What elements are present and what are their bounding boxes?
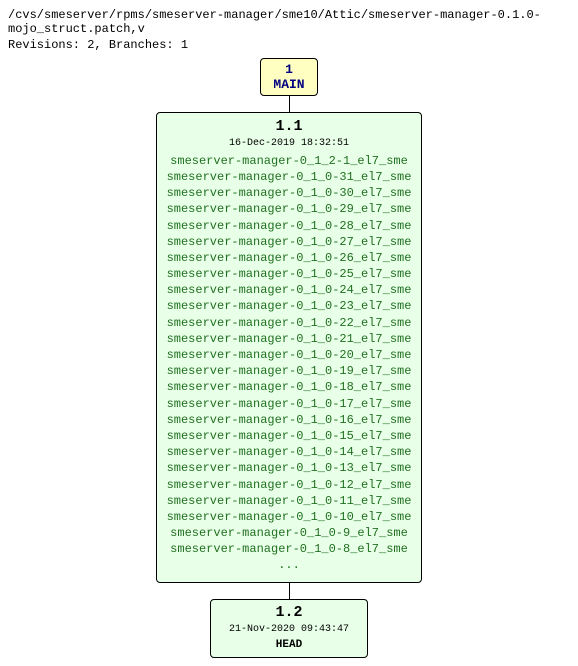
revision-tag: smeserver-manager-0_1_0-9_el7_sme — [167, 525, 412, 541]
revision-tag: smeserver-manager-0_1_0-23_el7_sme — [167, 298, 412, 314]
revision-tag: smeserver-manager-0_1_0-29_el7_sme — [167, 201, 412, 217]
revision-tag: smeserver-manager-0_1_2-1_el7_sme — [167, 153, 412, 169]
revision-tag: smeserver-manager-0_1_0-19_el7_sme — [167, 363, 412, 379]
branch-main-label: MAIN — [273, 77, 304, 92]
revision-1-1-title: 1.1 — [167, 117, 412, 137]
revision-tag: smeserver-manager-0_1_0-20_el7_sme — [167, 347, 412, 363]
revision-tag: smeserver-manager-0_1_0-22_el7_sme — [167, 315, 412, 331]
revision-tag: smeserver-manager-0_1_0-31_el7_sme — [167, 169, 412, 185]
revision-1-2-node[interactable]: 1.2 21-Nov-2020 09:43:47 HEAD — [210, 599, 368, 659]
revision-tag: smeserver-manager-0_1_0-30_el7_sme — [167, 185, 412, 201]
revision-tag: smeserver-manager-0_1_0-18_el7_sme — [167, 379, 412, 395]
revision-tag: smeserver-manager-0_1_0-21_el7_sme — [167, 331, 412, 347]
revision-tag: smeserver-manager-0_1_0-26_el7_sme — [167, 250, 412, 266]
branch-main-number: 1 — [273, 62, 304, 77]
revision-diagram: 1 MAIN 1.1 16-Dec-2019 18:32:51 smeserve… — [8, 58, 570, 658]
branch-main-node[interactable]: 1 MAIN — [260, 58, 317, 96]
connector-line — [289, 96, 290, 112]
file-path: /cvs/smeserver/rpms/smeserver-manager/sm… — [8, 8, 570, 36]
revision-tag: smeserver-manager-0_1_0-28_el7_sme — [167, 218, 412, 234]
revision-tag: smeserver-manager-0_1_0-10_el7_sme — [167, 509, 412, 525]
revision-tag: smeserver-manager-0_1_0-16_el7_sme — [167, 412, 412, 428]
revision-tag: smeserver-manager-0_1_0-8_el7_sme — [167, 541, 412, 557]
revision-1-1-ellipsis: ... — [167, 557, 412, 573]
revision-1-2-head: HEAD — [229, 638, 349, 653]
revision-1-1-tags: smeserver-manager-0_1_2-1_el7_smesmeserv… — [167, 153, 412, 558]
revision-1-2-title: 1.2 — [229, 603, 349, 623]
revision-1-1-node[interactable]: 1.1 16-Dec-2019 18:32:51 smeserver-manag… — [156, 112, 423, 583]
revision-1-2-date: 21-Nov-2020 09:43:47 — [229, 623, 349, 637]
stats-line: Revisions: 2, Branches: 1 — [8, 38, 570, 52]
revision-tag: smeserver-manager-0_1_0-25_el7_sme — [167, 266, 412, 282]
revision-1-1-date: 16-Dec-2019 18:32:51 — [167, 137, 412, 151]
revision-tag: smeserver-manager-0_1_0-14_el7_sme — [167, 444, 412, 460]
revision-tag: smeserver-manager-0_1_0-15_el7_sme — [167, 428, 412, 444]
revision-tag: smeserver-manager-0_1_0-11_el7_sme — [167, 493, 412, 509]
revision-tag: smeserver-manager-0_1_0-13_el7_sme — [167, 460, 412, 476]
revision-tag: smeserver-manager-0_1_0-27_el7_sme — [167, 234, 412, 250]
revision-tag: smeserver-manager-0_1_0-12_el7_sme — [167, 477, 412, 493]
connector-line — [289, 583, 290, 599]
revision-tag: smeserver-manager-0_1_0-24_el7_sme — [167, 282, 412, 298]
revision-tag: smeserver-manager-0_1_0-17_el7_sme — [167, 396, 412, 412]
